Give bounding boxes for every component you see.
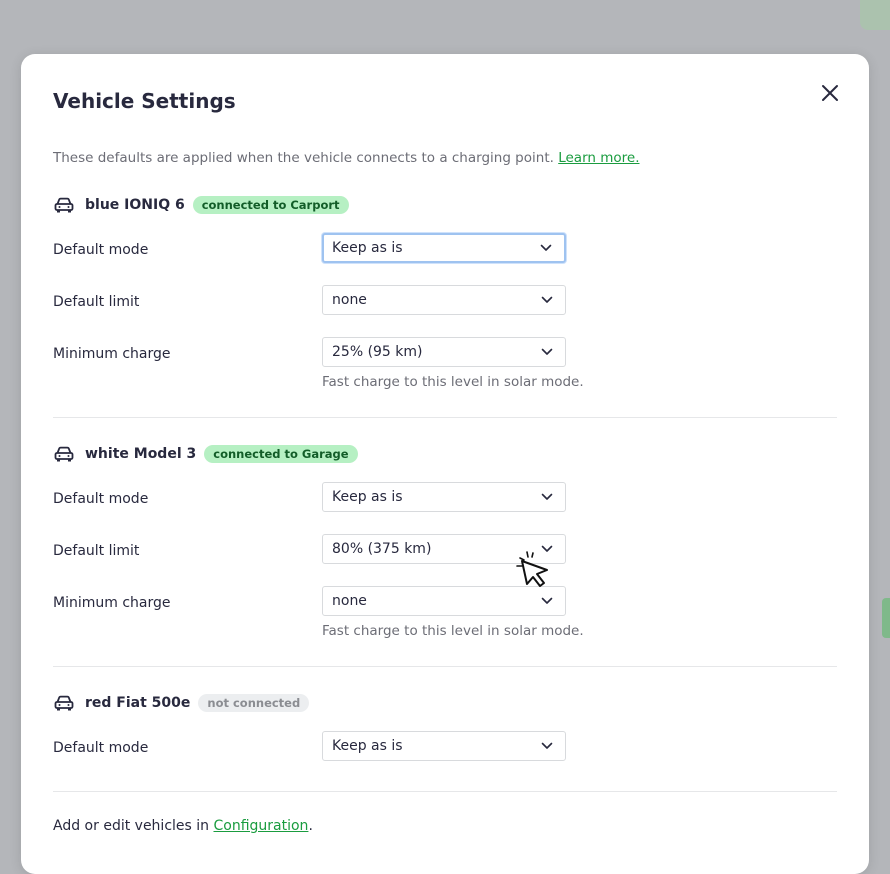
chevron-down-icon [541, 493, 553, 501]
minimum-charge-label: Minimum charge [53, 346, 171, 362]
dialog-title: Vehicle Settings [53, 89, 236, 113]
status-badge: not connected [198, 694, 310, 712]
chevron-down-icon [541, 348, 553, 356]
vehicle-header: blue IONIQ 6 connected to Carport [53, 194, 349, 216]
default-mode-select[interactable]: Keep as is [322, 731, 566, 761]
default-mode-label: Default mode [53, 242, 149, 258]
chevron-down-icon [541, 545, 553, 553]
default-mode-label: Default mode [53, 491, 149, 507]
chevron-down-icon [541, 742, 553, 750]
close-icon [822, 85, 838, 101]
learn-more-link[interactable]: Learn more. [558, 150, 639, 166]
car-icon [53, 196, 75, 214]
default-mode-select[interactable]: Keep as is [322, 233, 566, 263]
minimum-charge-label: Minimum charge [53, 595, 171, 611]
intro-text: These defaults are applied when the vehi… [53, 150, 640, 166]
vehicle-name: white Model 3 [85, 446, 197, 462]
chevron-down-icon [540, 244, 552, 252]
divider [53, 791, 837, 792]
default-limit-label: Default limit [53, 294, 140, 310]
default-mode-select[interactable]: Keep as is [322, 482, 566, 512]
default-mode-label: Default mode [53, 740, 149, 756]
default-limit-select[interactable]: none [322, 285, 566, 315]
close-button[interactable] [819, 82, 841, 104]
chevron-down-icon [541, 296, 553, 304]
divider [53, 417, 837, 418]
minimum-charge-help: Fast charge to this level in solar mode. [322, 623, 584, 639]
minimum-charge-select[interactable]: 25% (95 km) [322, 337, 566, 367]
background-accent [860, 0, 890, 30]
vehicle-name: red Fiat 500e [85, 695, 191, 711]
divider [53, 666, 837, 667]
minimum-charge-help: Fast charge to this level in solar mode. [322, 374, 584, 390]
configuration-link[interactable]: Configuration [213, 818, 308, 834]
vehicle-name: blue IONIQ 6 [85, 197, 185, 213]
minimum-charge-select[interactable]: none [322, 586, 566, 616]
car-icon [53, 694, 75, 712]
status-badge: connected to Garage [204, 445, 358, 463]
chevron-down-icon [541, 597, 553, 605]
default-limit-label: Default limit [53, 543, 140, 559]
status-badge: connected to Carport [192, 196, 349, 214]
vehicle-settings-dialog: Vehicle Settings These defaults are appl… [21, 54, 869, 874]
footer-text: Add or edit vehicles in Configuration. [53, 818, 313, 834]
background-accent [882, 598, 890, 638]
car-icon [53, 445, 75, 463]
vehicle-header: white Model 3 connected to Garage [53, 443, 358, 465]
vehicle-header: red Fiat 500e not connected [53, 692, 310, 714]
default-limit-select[interactable]: 80% (375 km) [322, 534, 566, 564]
